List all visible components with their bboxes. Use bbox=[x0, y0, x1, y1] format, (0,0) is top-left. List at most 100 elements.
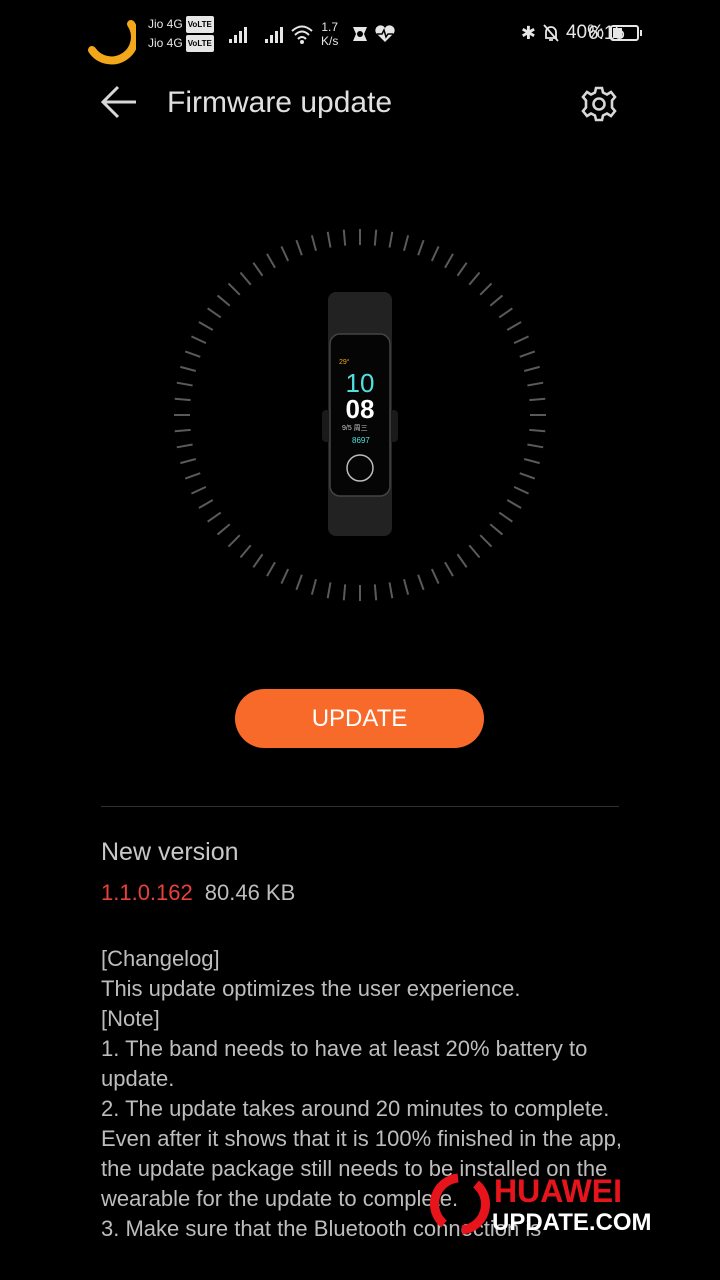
wifi-icon bbox=[291, 25, 313, 44]
ring-tick bbox=[430, 246, 440, 262]
ring-tick bbox=[310, 235, 317, 252]
ring-tick bbox=[403, 578, 410, 595]
ring-tick bbox=[489, 294, 504, 307]
ring-tick bbox=[207, 511, 222, 523]
ring-tick bbox=[373, 229, 378, 246]
ring-tick bbox=[479, 534, 493, 548]
ring-tick bbox=[252, 262, 264, 277]
svg-text:9/5 周三: 9/5 周三 bbox=[342, 424, 368, 432]
ring-tick bbox=[191, 335, 207, 345]
new-version-label: New version bbox=[101, 838, 239, 866]
ring-tick bbox=[198, 321, 214, 331]
ring-tick bbox=[227, 282, 241, 296]
ring-tick bbox=[468, 271, 481, 286]
ring-tick bbox=[430, 568, 440, 584]
ring-tick bbox=[468, 544, 481, 559]
ring-tick bbox=[519, 472, 536, 480]
band-device-image: 29° 10 08 9/5 周三 8697 bbox=[322, 292, 398, 536]
ring-tick bbox=[456, 262, 468, 277]
ring-tick bbox=[326, 582, 332, 599]
svg-text:8697: 8697 bbox=[352, 436, 370, 445]
ring-tick bbox=[388, 231, 394, 248]
loading-arc-icon bbox=[88, 20, 136, 65]
note-line: [Note] bbox=[101, 1006, 160, 1031]
ring-tick bbox=[227, 534, 241, 548]
svg-text:29°: 29° bbox=[339, 358, 350, 366]
status-bar: Jio 4G VoLTE Jio 4G VoLTE 1.7 K/s ✱ 40% 6:1… bbox=[0, 0, 720, 70]
ring-tick bbox=[207, 307, 222, 319]
ring-tick bbox=[498, 307, 513, 319]
ring-tick bbox=[266, 253, 276, 269]
signal-icon bbox=[229, 27, 247, 43]
page-title: Firmware update bbox=[167, 86, 393, 119]
ring-tick bbox=[498, 511, 513, 523]
ring-tick bbox=[444, 253, 454, 269]
ring-tick bbox=[513, 485, 529, 495]
ring-tick bbox=[403, 235, 410, 252]
mute-bell-icon bbox=[543, 24, 559, 42]
note-line: This update optimizes the user experienc… bbox=[101, 976, 521, 1001]
note-line: 1. The band needs to have at least 20% b… bbox=[101, 1036, 588, 1091]
svg-text:08: 08 bbox=[346, 394, 375, 424]
ring-tick bbox=[456, 553, 468, 568]
ring-tick bbox=[513, 335, 529, 345]
ring-tick bbox=[198, 499, 214, 509]
bluetooth-icon: ✱ bbox=[520, 22, 536, 43]
ring-tick bbox=[519, 350, 536, 358]
clock: 6:15 bbox=[588, 23, 625, 44]
ring-tick bbox=[280, 568, 290, 584]
ring-tick bbox=[342, 584, 347, 601]
ring-tick bbox=[523, 458, 540, 465]
ring-tick bbox=[180, 458, 197, 465]
ring-tick bbox=[417, 574, 425, 591]
ring-tick bbox=[310, 578, 317, 595]
ring-tick bbox=[280, 246, 290, 262]
ring-tick bbox=[373, 584, 378, 601]
ring-tick bbox=[523, 365, 540, 372]
ring-tick bbox=[174, 397, 191, 402]
ring-tick bbox=[176, 381, 193, 387]
divider bbox=[101, 806, 619, 807]
ring-tick bbox=[529, 397, 546, 402]
version-info: 1.1.0.162 80.46 KB bbox=[101, 880, 295, 906]
ring-tick bbox=[529, 428, 546, 433]
ring-tick bbox=[266, 561, 276, 577]
ring-tick bbox=[326, 231, 332, 248]
ring-tick bbox=[295, 574, 303, 591]
version-size: 80.46 KB bbox=[204, 880, 296, 905]
ring-tick bbox=[489, 523, 504, 536]
signal-icon bbox=[265, 27, 283, 43]
heart-rate-icon bbox=[375, 25, 395, 42]
ring-tick bbox=[174, 428, 191, 433]
ring-tick bbox=[479, 282, 493, 296]
note-line: [Changelog] bbox=[101, 946, 220, 971]
carrier-1: Jio 4G VoLTE bbox=[148, 16, 214, 33]
ring-tick bbox=[295, 239, 303, 256]
ring-tick bbox=[342, 229, 347, 246]
ring-tick bbox=[388, 582, 394, 599]
ring-tick bbox=[184, 472, 201, 480]
ring-tick bbox=[252, 553, 264, 568]
ring-tick bbox=[191, 485, 207, 495]
ring-tick bbox=[216, 294, 231, 307]
ring-tick bbox=[506, 499, 522, 509]
ring-tick bbox=[444, 561, 454, 577]
ring-tick bbox=[239, 544, 252, 559]
ring-tick bbox=[180, 365, 197, 372]
svg-text:HUAWEI: HUAWEI bbox=[494, 1173, 622, 1209]
ring-tick bbox=[417, 239, 425, 256]
status-right: ✱ 40% bbox=[521, 22, 644, 44]
ring-tick bbox=[239, 271, 252, 286]
carrier-2: Jio 4G VoLTE bbox=[148, 35, 214, 52]
back-arrow-icon[interactable] bbox=[100, 84, 140, 120]
network-speed: 1.7 K/s bbox=[321, 20, 339, 48]
watermark-logo: HUAWEI UPDATE.COM bbox=[430, 1173, 652, 1236]
ring-tick bbox=[216, 523, 231, 536]
svg-text:UPDATE.COM: UPDATE.COM bbox=[492, 1209, 652, 1236]
gear-icon[interactable] bbox=[580, 85, 618, 123]
ring-tick bbox=[527, 443, 544, 449]
version-number: 1.1.0.162 bbox=[101, 880, 193, 905]
app-icon bbox=[353, 27, 367, 41]
update-button[interactable]: UPDATE bbox=[235, 689, 484, 748]
ring-tick bbox=[527, 381, 544, 387]
